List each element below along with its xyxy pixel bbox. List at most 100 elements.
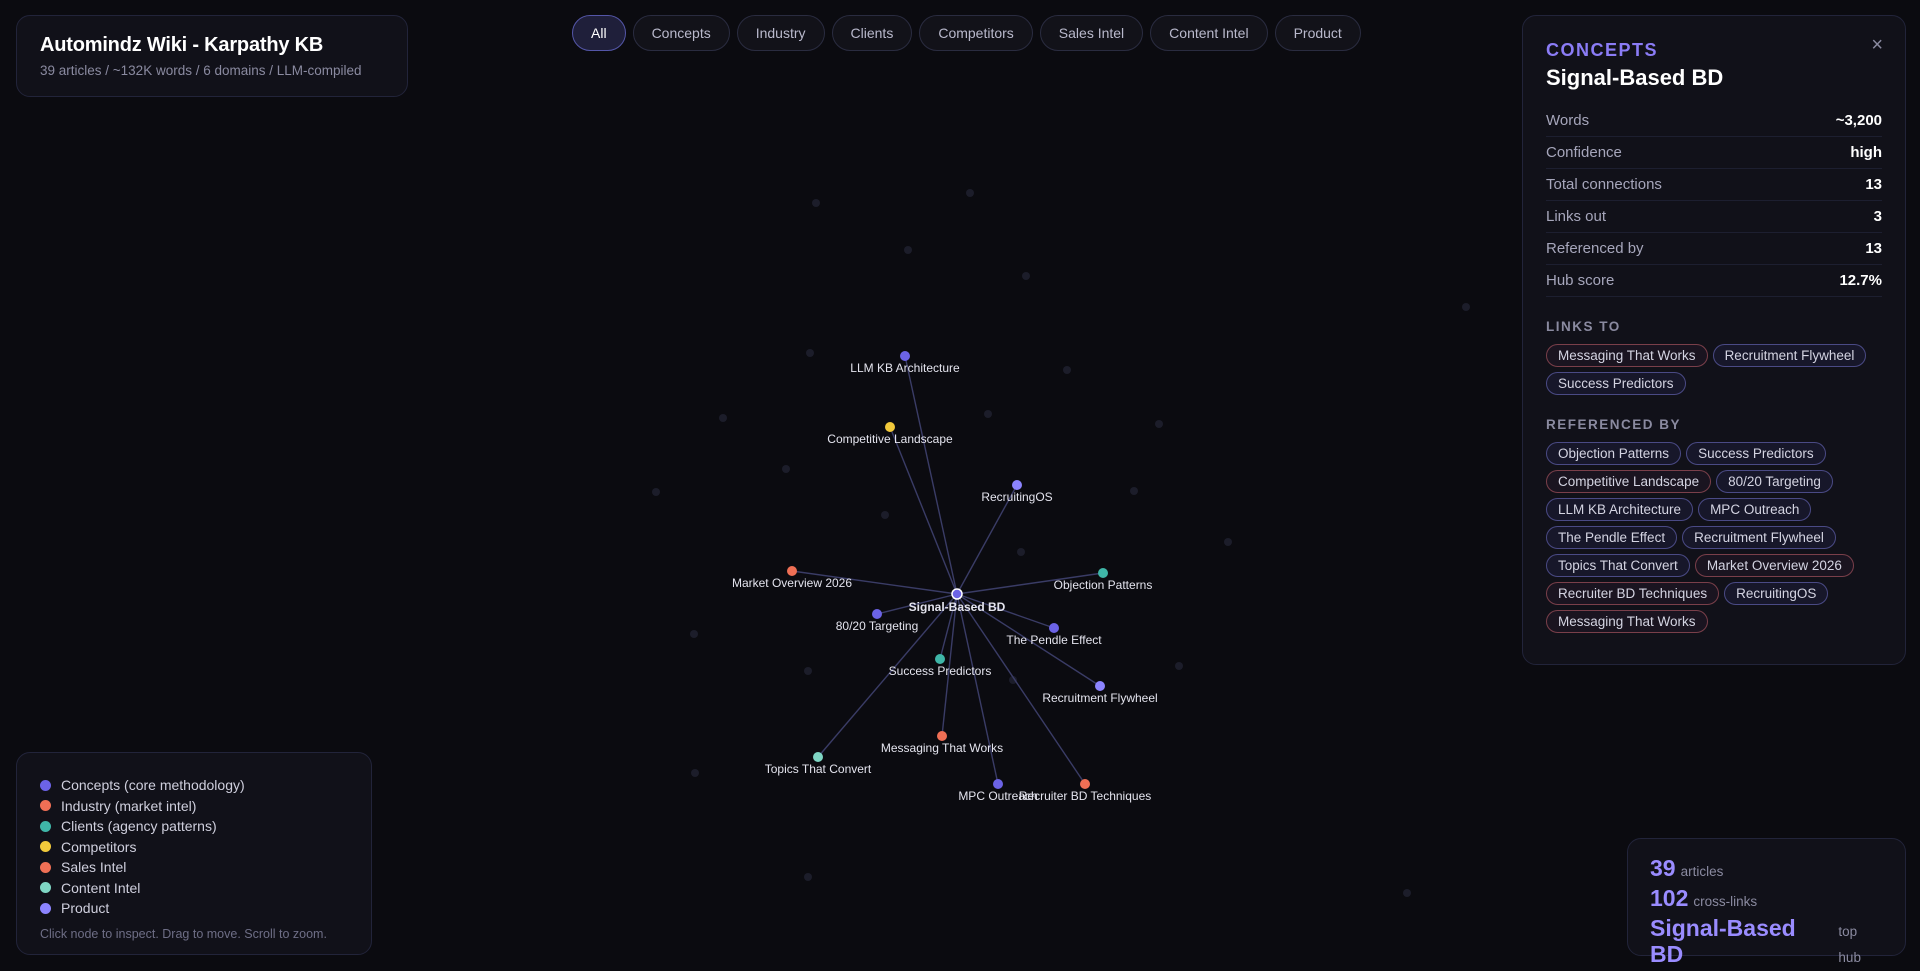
edge-mpc-outreach <box>956 593 999 785</box>
page-subtitle: 39 articles / ~132K words / 6 domains / … <box>40 63 362 78</box>
legend-swatch <box>40 820 51 832</box>
node-mpc-outreach[interactable] <box>993 779 1003 789</box>
background-node[interactable] <box>1224 538 1232 546</box>
background-node[interactable] <box>1130 487 1138 495</box>
background-node[interactable] <box>1155 420 1163 428</box>
legend-label: Industry (market intel) <box>61 797 197 814</box>
background-node[interactable] <box>719 414 727 422</box>
links-to-list: Messaging That Works Recruitment Flywheel… <box>1546 344 1882 395</box>
background-node[interactable] <box>1175 662 1183 670</box>
legend-label: Sales Intel <box>61 859 127 876</box>
node-label: Objection Patterns <box>1054 578 1153 592</box>
node-competitive-landscape[interactable] <box>885 422 895 432</box>
stat-label: Words <box>1546 112 1590 129</box>
background-node[interactable] <box>782 465 790 473</box>
top-hub-label: top hub <box>1838 924 1861 965</box>
chip-recruitment-flywheel[interactable]: Recruitment Flywheel <box>1712 344 1867 367</box>
background-node[interactable] <box>652 488 660 496</box>
node-topics-that-convert[interactable] <box>813 752 823 762</box>
chip-the-pendle-effect[interactable]: The Pendle Effect <box>1546 526 1678 549</box>
tab-concepts[interactable]: Concepts <box>632 15 730 51</box>
background-node[interactable] <box>812 199 820 207</box>
chip-success-predictors[interactable]: Success Predictors <box>1686 442 1826 465</box>
chip-llm-kb-architecture[interactable]: LLM KB Architecture <box>1546 498 1694 521</box>
tab-all[interactable]: All <box>572 15 626 51</box>
legend-swatch <box>40 902 51 914</box>
legend-item-industry-market-intel: Industry (market intel) <box>40 796 348 817</box>
node-objection-patterns[interactable] <box>1098 568 1108 578</box>
chip-recruiter-bd-techniques[interactable]: Recruiter BD Techniques <box>1546 582 1720 605</box>
chip-recruitingos[interactable]: RecruitingOS <box>1724 582 1829 605</box>
chip-mpc-outreach[interactable]: MPC Outreach <box>1698 498 1812 521</box>
center-node-label: Signal-Based BD <box>909 600 1006 614</box>
tab-clients[interactable]: Clients <box>831 15 913 51</box>
stat-value: 13 <box>1865 176 1882 193</box>
stat-articles: 39 articles <box>1650 855 1883 885</box>
articles-label: articles <box>1680 864 1724 879</box>
tab-content-intel[interactable]: Content Intel <box>1150 15 1268 51</box>
close-icon[interactable]: × <box>1871 34 1883 57</box>
node-label: Recruitment Flywheel <box>1042 691 1157 705</box>
background-node[interactable] <box>1462 303 1470 311</box>
stat-hub: Signal-Based BD top hub <box>1650 915 1883 971</box>
background-node[interactable] <box>691 769 699 777</box>
node-llm-kb-architecture[interactable] <box>900 351 910 361</box>
background-node[interactable] <box>1022 272 1030 280</box>
stat-links: 102 cross-links <box>1650 885 1883 915</box>
background-node[interactable] <box>806 349 814 357</box>
chip-competitive-landscape[interactable]: Competitive Landscape <box>1546 470 1712 493</box>
chip-messaging-that-works[interactable]: Messaging That Works <box>1546 344 1708 367</box>
legend: Concepts (core methodology) Industry (mar… <box>16 752 372 955</box>
background-node[interactable] <box>966 189 974 197</box>
edge-competitive-landscape <box>889 426 958 595</box>
chip-recruitment-flywheel[interactable]: Recruitment Flywheel <box>1682 526 1836 549</box>
chip-80-20-targeting[interactable]: 80/20 Targeting <box>1716 470 1833 493</box>
background-node[interactable] <box>881 511 889 519</box>
node-signal-based-bd[interactable] <box>951 588 963 600</box>
node-detail-panel: × CONCEPTS Signal-Based BD Words ~3,200 Co… <box>1522 15 1906 665</box>
node-80-20-targeting[interactable] <box>872 609 882 619</box>
node-label: Competitive Landscape <box>827 432 953 446</box>
legend-items: Concepts (core methodology) Industry (mar… <box>40 775 348 919</box>
chip-success-predictors[interactable]: Success Predictors <box>1546 372 1686 395</box>
legend-swatch <box>40 779 51 791</box>
node-recruitment-flywheel[interactable] <box>1095 681 1105 691</box>
background-node[interactable] <box>984 410 992 418</box>
node-success-predictors[interactable] <box>935 654 945 664</box>
detail-title: Signal-Based BD <box>1546 65 1724 90</box>
node-recruiter-bd-techniques[interactable] <box>1080 779 1090 789</box>
background-node[interactable] <box>904 246 912 254</box>
referenced-by-list: Objection Patterns Success Predictors Comp… <box>1546 442 1882 633</box>
chip-market-overview-2026[interactable]: Market Overview 2026 <box>1694 554 1854 577</box>
node-the-pendle-effect[interactable] <box>1049 623 1059 633</box>
stat-label: Hub score <box>1546 272 1615 289</box>
links-label: cross-links <box>1693 894 1758 909</box>
background-node[interactable] <box>1063 366 1071 374</box>
links-to-heading: LINKS TO <box>1546 319 1621 334</box>
stat-row-words: Words ~3,200 <box>1546 105 1882 137</box>
stat-row-confidence: Confidence high <box>1546 137 1882 169</box>
tab-product[interactable]: Product <box>1274 15 1361 51</box>
detail-category: CONCEPTS <box>1546 40 1659 60</box>
background-node[interactable] <box>804 667 812 675</box>
detail-stats: Words ~3,200 Confidence high Total connectio… <box>1546 105 1882 297</box>
stat-value: 12.7% <box>1839 272 1882 289</box>
node-label: Topics That Convert <box>765 762 872 776</box>
chip-topics-that-convert[interactable]: Topics That Convert <box>1546 554 1690 577</box>
background-node[interactable] <box>804 873 812 881</box>
legend-label: Clients (agency patterns) <box>61 818 217 835</box>
node-market-overview-2026[interactable] <box>787 566 797 576</box>
node-label: RecruitingOS <box>981 490 1052 504</box>
legend-item-concepts-core-methodology: Concepts (core methodology) <box>40 775 348 796</box>
tab-industry[interactable]: Industry <box>736 15 825 51</box>
tab-competitors[interactable]: Competitors <box>919 15 1033 51</box>
node-messaging-that-works[interactable] <box>937 731 947 741</box>
chip-objection-patterns[interactable]: Objection Patterns <box>1546 442 1682 465</box>
background-node[interactable] <box>690 630 698 638</box>
background-node[interactable] <box>1017 548 1025 556</box>
node-recruitingos[interactable] <box>1012 480 1022 490</box>
referenced-by-heading: REFERENCED BY <box>1546 417 1682 432</box>
background-node[interactable] <box>1403 889 1411 897</box>
chip-messaging-that-works[interactable]: Messaging That Works <box>1546 610 1708 633</box>
tab-sales-intel[interactable]: Sales Intel <box>1039 15 1144 51</box>
